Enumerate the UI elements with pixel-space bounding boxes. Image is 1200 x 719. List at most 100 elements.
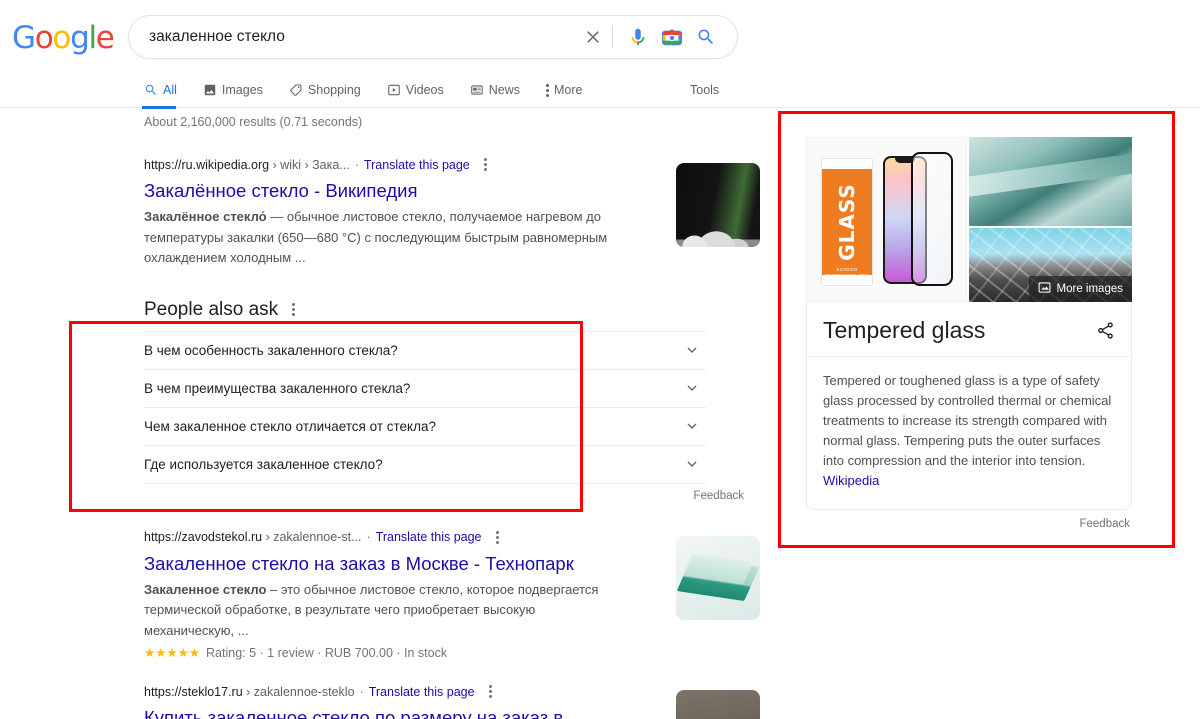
result-2-title[interactable]: Закаленное стекло на заказ в Москве - Те… xyxy=(144,551,614,577)
chevron-down-icon[interactable] xyxy=(684,380,700,396)
paa-question-4: Где используется закаленное стекло? xyxy=(144,456,383,472)
kp-image-product[interactable]: 3 Months Warranty GLASS SCREEN PROTECTOR… xyxy=(806,137,967,302)
kp-source-link[interactable]: Wikipedia xyxy=(823,473,879,488)
chevron-down-icon[interactable] xyxy=(684,418,700,434)
search-box[interactable] xyxy=(128,15,738,59)
paa-item-3[interactable]: Чем закаленное стекло отличается от стек… xyxy=(144,408,706,446)
result-2-snippet: Закаленное стекло – это обычное листовое… xyxy=(144,580,614,642)
tab-news[interactable]: News xyxy=(470,72,533,108)
result-2-rating-text: Rating: 5 · 1 review · RUB 700.00 · In s… xyxy=(206,645,448,660)
tab-more-label: More xyxy=(554,83,583,97)
knowledge-panel: 3 Months Warranty GLASS SCREEN PROTECTOR… xyxy=(806,137,1132,530)
result-1-kebab-icon[interactable] xyxy=(480,155,491,174)
result-3-translate-link[interactable]: Translate this page xyxy=(369,683,475,701)
search-results-column: About 2,160,000 results (0.71 seconds) h… xyxy=(144,115,760,719)
search-result-2: https://zavodstekol.ru › zakalennoe-st..… xyxy=(144,528,760,661)
kp-footer: Feedback xyxy=(806,518,1132,530)
kp-description: Tempered or toughened glass is a type of… xyxy=(807,357,1131,509)
paa-item-1[interactable]: В чем особенность закаленного стекла? xyxy=(144,332,706,370)
tools-label: Tools xyxy=(690,83,720,97)
result-3-separator: · xyxy=(359,684,364,699)
google-search-results-page: Google закаленное стекло All Images Shop… xyxy=(0,0,1200,719)
result-1-title[interactable]: Закалённое стекло - Википедия xyxy=(144,178,614,204)
tab-shopping[interactable]: Shopping xyxy=(289,72,374,108)
kp-image-glass-sheets[interactable] xyxy=(969,137,1132,226)
result-2-snippet-bold: Закаленное стекло xyxy=(144,581,267,597)
lens-search-button[interactable] xyxy=(655,20,689,54)
result-2-kebab-icon[interactable] xyxy=(492,528,503,547)
result-1-thumbnail-image xyxy=(676,163,760,247)
kp-feedback-link[interactable]: Feedback xyxy=(1079,518,1130,530)
result-1-url-row: https://ru.wikipedia.org › wiki › Зака..… xyxy=(144,155,614,174)
page-header: Google xyxy=(0,0,1200,72)
voice-search-button[interactable] xyxy=(621,20,655,54)
result-1-translate-link[interactable]: Translate this page xyxy=(364,156,470,174)
result-1-url-host: https://ru.wikipedia.org xyxy=(144,157,270,172)
tab-all[interactable]: All xyxy=(142,72,190,109)
search-box-actions xyxy=(576,20,737,54)
result-3-url[interactable]: https://steklo17.ru › zakalennoe-steklo xyxy=(144,683,355,701)
result-3-thumbnail[interactable] xyxy=(676,690,760,719)
result-1-thumbnail[interactable] xyxy=(676,163,760,247)
logo-letter-g1: G xyxy=(12,20,36,56)
search-tabs: All Images Shopping Videos News More xyxy=(142,72,608,109)
rating-stars-icon: ★★★★★ xyxy=(144,646,201,660)
result-2-thumbnail[interactable] xyxy=(676,535,760,620)
paa-feedback-link[interactable]: Feedback xyxy=(693,490,744,502)
result-2-url-path: › zakalennoe-st... xyxy=(262,530,362,544)
tab-all-label: All xyxy=(163,83,177,97)
search-divider xyxy=(612,26,613,48)
search-result-1: https://ru.wikipedia.org › wiki › Зака..… xyxy=(144,155,760,269)
product-box-warranty: 3 Months Warranty xyxy=(826,159,832,167)
chevron-down-icon[interactable] xyxy=(684,342,700,358)
result-3-kebab-icon[interactable] xyxy=(485,682,496,701)
image-icon xyxy=(1038,281,1051,297)
search-submit-button[interactable] xyxy=(689,20,723,54)
tab-videos[interactable]: Videos xyxy=(387,72,457,108)
tab-shopping-label: Shopping xyxy=(307,83,361,97)
share-icon[interactable] xyxy=(1096,321,1115,340)
paa-question-3: Чем закаленное стекло отличается от стек… xyxy=(144,418,436,434)
kp-image-gallery: 3 Months Warranty GLASS SCREEN PROTECTOR… xyxy=(806,137,1132,302)
paa-item-2[interactable]: В чем преимущества закаленного стекла? xyxy=(144,370,706,408)
result-2-rating-row: ★★★★★ Rating: 5 · 1 review · RUB 700.00 … xyxy=(144,645,614,661)
search-result-3: https://steklo17.ru › zakalennoe-steklo … xyxy=(144,682,760,719)
result-2-thumbnail-image xyxy=(676,535,760,620)
result-3-body: https://steklo17.ru › zakalennoe-steklo … xyxy=(144,682,614,719)
screen-protector-art xyxy=(911,152,953,286)
result-3-url-host: https://steklo17.ru xyxy=(144,684,243,699)
result-3-title[interactable]: Купить закаленное стекло по размеру на з… xyxy=(144,705,614,719)
paa-kebab-icon[interactable] xyxy=(288,300,299,319)
kebab-icon xyxy=(546,83,549,97)
tab-images[interactable]: Images xyxy=(203,72,276,108)
result-2-separator: · xyxy=(366,530,371,544)
result-2-url[interactable]: https://zavodstekol.ru › zakalennoe-st..… xyxy=(144,528,361,546)
product-box-footer: SCREEN PROTECTOR PRO xyxy=(824,267,870,278)
kp-title-row: Tempered glass xyxy=(807,302,1131,357)
logo-letter-l: l xyxy=(88,20,97,56)
more-images-button[interactable]: More images xyxy=(1028,276,1132,302)
paa-footer: Feedback xyxy=(144,490,744,502)
chevron-down-icon[interactable] xyxy=(684,456,700,472)
result-2-url-row: https://zavodstekol.ru › zakalennoe-st..… xyxy=(144,528,614,547)
tab-images-label: Images xyxy=(221,83,263,97)
kp-title: Tempered glass xyxy=(823,317,986,343)
clear-search-button[interactable] xyxy=(576,20,610,54)
tab-videos-label: Videos xyxy=(405,83,444,97)
paa-item-4[interactable]: Где используется закаленное стекло? xyxy=(144,446,706,484)
tools-button[interactable]: Tools xyxy=(690,72,719,108)
product-box-title: GLASS xyxy=(835,183,859,261)
result-1-separator: · xyxy=(354,157,359,172)
tab-more[interactable]: More xyxy=(546,72,595,108)
result-1-url[interactable]: https://ru.wikipedia.org › wiki › Зака..… xyxy=(144,156,350,174)
logo-letter-o1: o xyxy=(34,20,54,56)
result-stats: About 2,160,000 results (0.71 seconds) xyxy=(144,115,363,129)
google-logo[interactable]: Google xyxy=(12,20,115,56)
result-2-translate-link[interactable]: Translate this page xyxy=(376,528,482,546)
logo-letter-o2: o xyxy=(52,20,71,56)
people-also-ask-section: People also ask В чем особенность закале… xyxy=(144,299,744,502)
paa-header: People also ask xyxy=(144,299,744,321)
result-1-url-path: › wiki › Зака... xyxy=(269,157,350,172)
more-images-label: More images xyxy=(1056,283,1123,295)
search-input[interactable] xyxy=(129,27,576,47)
